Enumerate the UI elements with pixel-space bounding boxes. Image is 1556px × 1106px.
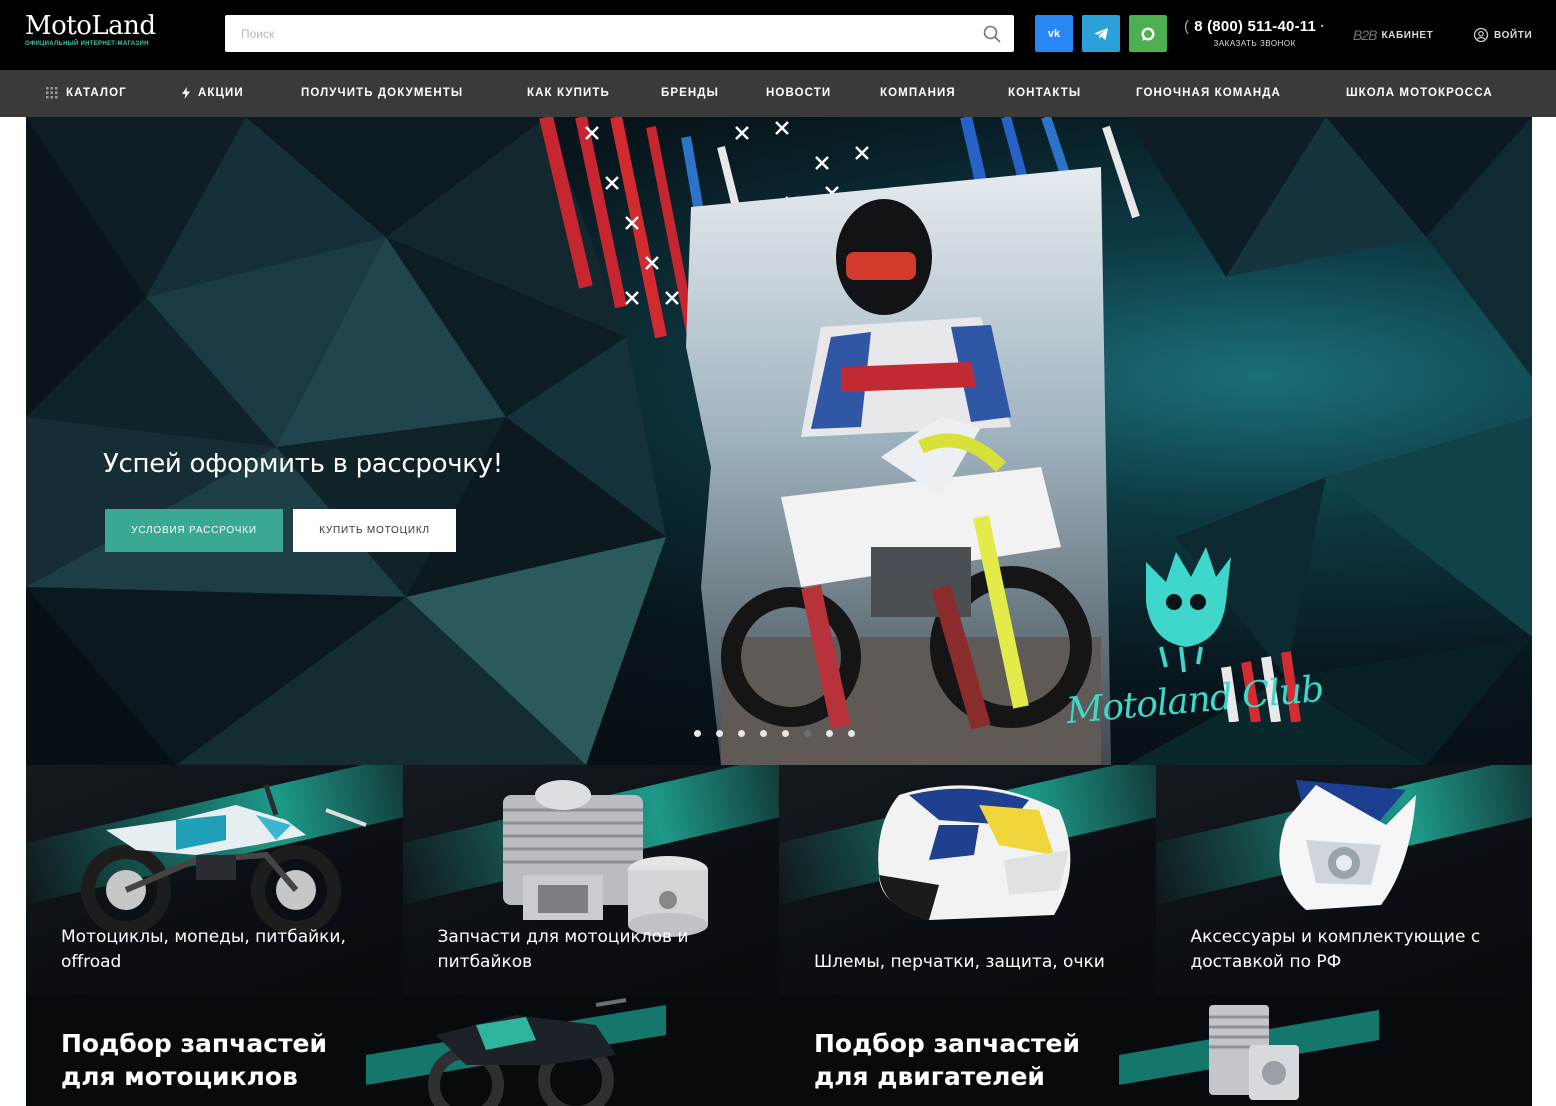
search-input[interactable] bbox=[225, 15, 965, 52]
slider-dot[interactable] bbox=[694, 730, 701, 737]
parts-by-engine-block[interactable]: Подбор запчастей для двигателей bbox=[779, 995, 1532, 1106]
motorcycle-image bbox=[366, 998, 666, 1106]
lightning-icon bbox=[182, 87, 190, 99]
slider-dot[interactable] bbox=[782, 730, 789, 737]
nav-news[interactable]: НОВОСТИ bbox=[766, 87, 831, 99]
phone-icon: ( bbox=[1184, 18, 1190, 35]
category-label: Мотоциклы, мопеды, питбайки, offroad bbox=[61, 927, 346, 972]
cabinet-label: КАБИНЕТ bbox=[1381, 29, 1434, 41]
b2b-cabinet-link[interactable]: B2B КАБИНЕТ bbox=[1353, 27, 1433, 43]
vk-icon: vk bbox=[1047, 27, 1061, 40]
slider-dot[interactable] bbox=[826, 730, 833, 737]
parts-by-motorcycle-block[interactable]: Подбор запчастей для мотоциклов bbox=[26, 995, 779, 1106]
chevron-down-icon[interactable]: · bbox=[1320, 18, 1325, 35]
top-header: MotoLand ОФИЦИАЛЬНЫЙ ИНТЕРНЕТ-МАГАЗИН vk… bbox=[0, 0, 1556, 70]
logo-text: MotoLand bbox=[25, 11, 156, 41]
installment-terms-button[interactable]: УСЛОВИЯ РАССРОЧКИ bbox=[105, 509, 283, 552]
promo-title: Подбор запчастей для мотоциклов bbox=[61, 1029, 328, 1091]
slider-dot-active[interactable] bbox=[804, 730, 811, 737]
category-label: Запчасти для мотоциклов и питбайков bbox=[437, 927, 689, 972]
user-icon bbox=[1473, 27, 1489, 43]
login-link[interactable]: ВОЙТИ bbox=[1473, 27, 1532, 43]
slider-dot[interactable] bbox=[848, 730, 855, 737]
whatsapp-button[interactable] bbox=[1129, 15, 1167, 52]
slider-dot[interactable] bbox=[738, 730, 745, 737]
nav-catalog[interactable]: КАТАЛОГ bbox=[46, 87, 127, 99]
category-accessories[interactable]: Аксессуары и комплектующие с доставкой п… bbox=[1155, 765, 1532, 995]
category-label: Шлемы, перчатки, защита, очки bbox=[814, 952, 1105, 972]
hero-title: Успей оформить в рассрочку! bbox=[103, 449, 503, 479]
category-helmets[interactable]: Шлемы, перчатки, защита, очки bbox=[779, 765, 1156, 995]
nav-documents[interactable]: ПОЛУЧИТЬ ДОКУМЕНТЫ bbox=[301, 87, 463, 99]
site-logo[interactable]: MotoLand ОФИЦИАЛЬНЫЙ ИНТЕРНЕТ-МАГАЗИН bbox=[25, 12, 156, 47]
main-content: Motoland Club Успей оформить в рассрочку… bbox=[26, 117, 1532, 1106]
vk-button[interactable]: vk bbox=[1035, 15, 1073, 52]
phone-block: (8 (800) 511-40-11 · ЗАКАЗАТЬ ЗВОНОК bbox=[1184, 18, 1325, 48]
nav-contacts[interactable]: КОНТАКТЫ bbox=[1008, 87, 1081, 99]
category-tiles: Мотоциклы, мопеды, питбайки, offroad Зап… bbox=[26, 765, 1532, 995]
search-box bbox=[225, 15, 1014, 52]
category-motorcycles[interactable]: Мотоциклы, мопеды, питбайки, offroad bbox=[26, 765, 403, 995]
motocross-rider-photo bbox=[686, 167, 1111, 765]
nav-company[interactable]: КОМПАНИЯ bbox=[880, 87, 956, 99]
nav-promotions[interactable]: АКЦИИ bbox=[182, 87, 244, 99]
category-parts[interactable]: Запчасти для мотоциклов и питбайков bbox=[402, 765, 779, 995]
nav-how-to-buy[interactable]: КАК КУПИТЬ bbox=[527, 87, 610, 99]
telegram-button[interactable] bbox=[1082, 15, 1120, 52]
category-label: Аксессуары и комплектующие с доставкой п… bbox=[1190, 927, 1481, 972]
engine-image bbox=[1119, 1005, 1379, 1100]
search-icon[interactable] bbox=[982, 24, 1002, 44]
slider-dot[interactable] bbox=[760, 730, 767, 737]
telegram-icon bbox=[1094, 27, 1108, 40]
nav-racing-team[interactable]: ГОНОЧНАЯ КОМАНДА bbox=[1136, 87, 1281, 99]
phone-number[interactable]: (8 (800) 511-40-11 · bbox=[1184, 18, 1325, 35]
main-nav: КАТАЛОГ АКЦИИ ПОЛУЧИТЬ ДОКУМЕНТЫ КАК КУП… bbox=[0, 70, 1556, 117]
hero-banner[interactable]: Motoland Club Успей оформить в рассрочку… bbox=[26, 117, 1532, 765]
nav-brands[interactable]: БРЕНДЫ bbox=[661, 87, 719, 99]
login-label: ВОЙТИ bbox=[1494, 29, 1533, 41]
buy-motorcycle-button[interactable]: КУПИТЬ МОТОЦИКЛ bbox=[293, 509, 456, 552]
whatsapp-icon bbox=[1141, 27, 1155, 41]
promo-title: Подбор запчастей для двигателей bbox=[814, 1029, 1081, 1091]
b2b-icon: B2B bbox=[1353, 27, 1377, 43]
slider-dot[interactable] bbox=[716, 730, 723, 737]
grid-icon bbox=[46, 87, 58, 99]
call-request-link[interactable]: ЗАКАЗАТЬ ЗВОНОК bbox=[1184, 39, 1325, 48]
logo-subtitle: ОФИЦИАЛЬНЫЙ ИНТЕРНЕТ-МАГАЗИН bbox=[25, 41, 149, 47]
nav-motocross-school[interactable]: ШКОЛА МОТОКРОССА bbox=[1346, 87, 1493, 99]
slider-dots bbox=[694, 730, 855, 737]
